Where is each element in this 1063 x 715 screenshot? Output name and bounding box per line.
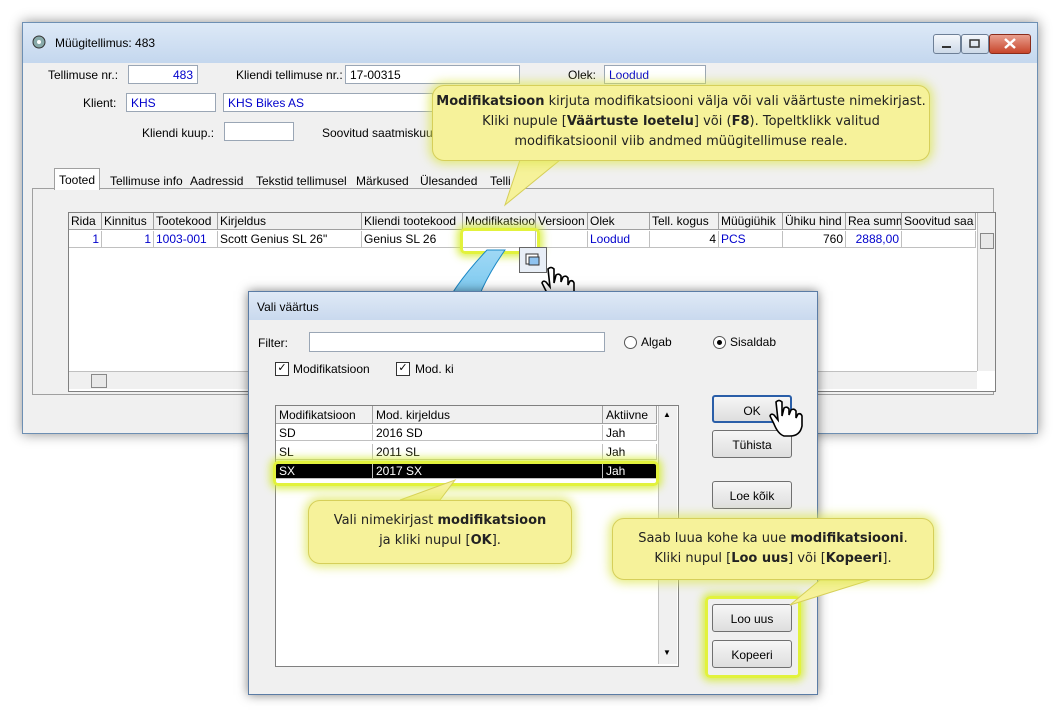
callout-text: ] või [: [788, 551, 826, 566]
callout-text: Kopeeri: [825, 551, 883, 566]
callout-text: modifikatsiooni: [790, 531, 904, 546]
callout-text: ja kliki nupul [: [379, 533, 471, 548]
callout-text: Saab luua kohe ka uue: [638, 531, 791, 546]
callout-text: ].: [882, 551, 892, 566]
callout-right: Saab luua kohe ka uue modifikatsiooni. K…: [612, 518, 934, 580]
callout-text: Vali nimekirjast: [333, 513, 438, 528]
callout-text: Kliki nupul [: [654, 551, 732, 566]
callout-top: Modifikatsioon kirjuta modifikatsiooni v…: [432, 85, 930, 161]
callout-text: OK: [470, 533, 492, 548]
callout-text: ].: [491, 533, 501, 548]
callout-text: Loo uus: [731, 551, 789, 566]
callout-middle: Vali nimekirjast modifikatsioon ja kliki…: [308, 500, 572, 564]
callout-text: ] või (: [693, 114, 732, 129]
callout-text: F8: [731, 114, 750, 129]
callout-text: Väärtuste loetelu: [566, 114, 694, 129]
callout-text: modifikatsioon: [437, 513, 547, 528]
callout-text: Modifikatsioon: [436, 94, 545, 109]
callout-text: .: [903, 531, 908, 546]
